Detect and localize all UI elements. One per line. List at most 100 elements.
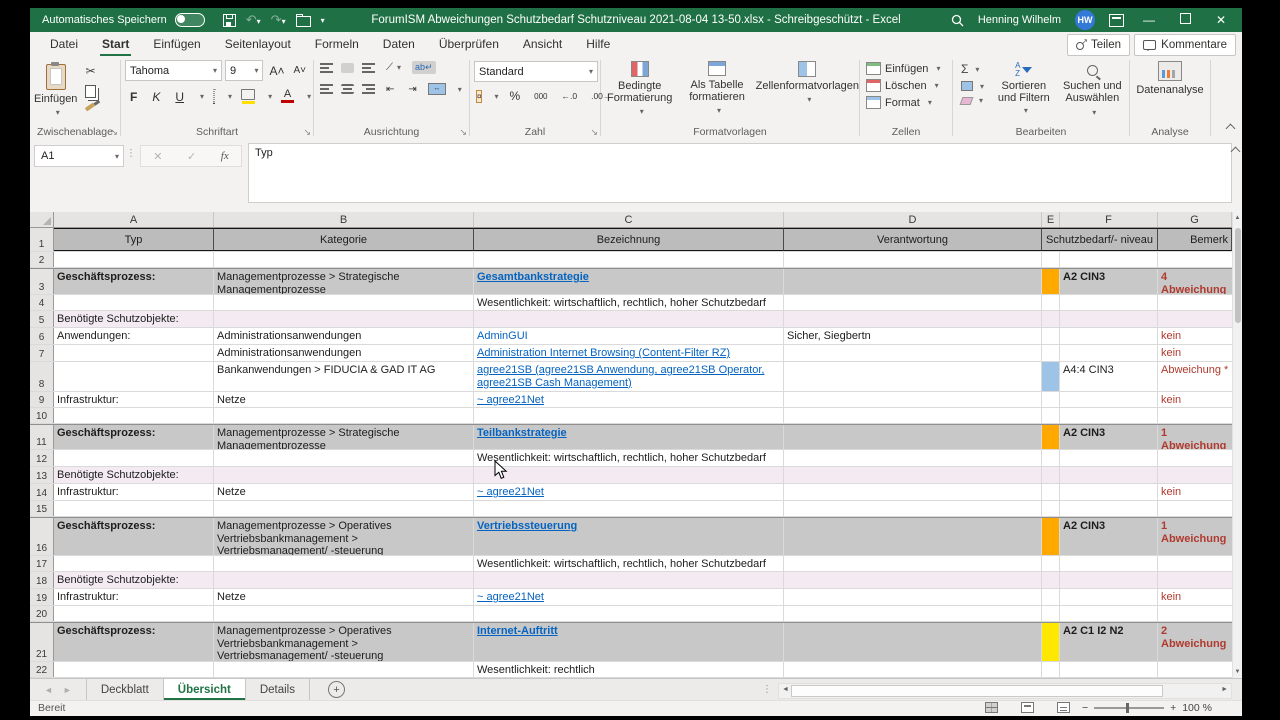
row-header-1[interactable]: 1 xyxy=(30,228,54,251)
ribbon-tab-start[interactable]: Start xyxy=(90,33,141,56)
comments-button[interactable]: Kommentare xyxy=(1134,34,1236,56)
clear-button[interactable]: ▾ xyxy=(961,96,984,105)
increase-font-icon[interactable]: A˄ xyxy=(266,64,287,78)
cell-C15[interactable] xyxy=(474,501,784,516)
cell-D11[interactable] xyxy=(784,425,1042,449)
cell-E22[interactable] xyxy=(1042,662,1060,677)
sheet-nav-right-icon[interactable]: ► xyxy=(63,685,72,695)
cell-G4[interactable] xyxy=(1158,295,1232,310)
cancel-icon[interactable]: ✕ xyxy=(153,150,162,163)
merge-dropdown-icon[interactable]: ▾ xyxy=(458,85,462,94)
cell-F14[interactable] xyxy=(1060,484,1158,500)
orientation-icon[interactable]: ⟋▾ xyxy=(383,62,404,73)
cell-G22[interactable] xyxy=(1158,662,1232,677)
sheet-tab-details[interactable]: Details xyxy=(246,679,310,700)
cell-C5[interactable] xyxy=(474,311,784,327)
autosave-toggle[interactable] xyxy=(175,13,205,27)
cell-B19[interactable]: Netze xyxy=(214,589,474,605)
cell-F8[interactable]: A4:4 CIN3 xyxy=(1060,362,1158,391)
cell-G8[interactable]: Abweichung * xyxy=(1158,362,1232,391)
insert-function-icon[interactable]: fx xyxy=(221,150,229,162)
cell-B21[interactable]: Managementprozesse > Operatives Vertrieb… xyxy=(214,623,474,661)
cell-B3[interactable]: Managementprozesse > Strategische Manage… xyxy=(214,269,474,294)
borders-dropdown-icon[interactable]: ▾ xyxy=(228,92,232,101)
sheet-tab-übersicht[interactable]: Übersicht xyxy=(164,679,246,700)
cell-F21[interactable]: A2 C1 I2 N2 xyxy=(1060,623,1158,661)
cell-B10[interactable] xyxy=(214,408,474,423)
italic-button[interactable]: K xyxy=(149,90,163,104)
copy-icon[interactable] xyxy=(85,85,96,98)
col-header-G[interactable]: G xyxy=(1158,212,1232,227)
font-color-button[interactable]: A xyxy=(281,90,294,103)
align-bottom-icon[interactable] xyxy=(362,63,375,73)
row-header-15[interactable]: 15 xyxy=(30,501,54,516)
cell-B8[interactable]: Bankanwendungen > FIDUCIA & GAD IT AG xyxy=(214,362,474,391)
cell-G9[interactable]: kein Schutznive xyxy=(1158,392,1232,407)
ribbon-display-options-icon[interactable] xyxy=(1109,14,1124,27)
name-box[interactable]: A1▾ xyxy=(34,145,124,167)
cell-F11[interactable]: A2 CIN3 xyxy=(1060,425,1158,449)
delete-cells-button[interactable]: Löschen▾ xyxy=(866,79,946,92)
conditional-formatting-button[interactable]: Bedingte Formatierung ▾ xyxy=(601,61,678,116)
cell-C22[interactable]: Wesentlichkeit: rechtlich xyxy=(474,662,784,677)
font-color-dropdown-icon[interactable]: ▾ xyxy=(307,92,311,101)
cell-G21[interactable]: 2 Abweichung xyxy=(1158,623,1232,661)
cell-F9[interactable] xyxy=(1060,392,1158,407)
sheetbar-splitter[interactable]: ⋮ xyxy=(762,684,772,695)
cell-F5[interactable] xyxy=(1060,311,1158,327)
row-header-7[interactable]: 7 xyxy=(30,345,54,361)
cell-B2[interactable] xyxy=(214,252,474,267)
cell-D22[interactable] xyxy=(784,662,1042,677)
cell-F15[interactable] xyxy=(1060,501,1158,516)
user-name[interactable]: Henning Wilhelm xyxy=(978,14,1061,26)
redo-icon[interactable]: ↷▾ xyxy=(271,12,286,28)
cell-C13[interactable] xyxy=(474,467,784,483)
cell-D18[interactable] xyxy=(784,572,1042,588)
normal-view-icon[interactable] xyxy=(985,702,998,713)
cell-D7[interactable] xyxy=(784,345,1042,361)
cell-D1[interactable]: Verantwortung xyxy=(784,228,1042,251)
cell-A20[interactable] xyxy=(54,606,214,621)
cell-D8[interactable] xyxy=(784,362,1042,391)
cell-F7[interactable] xyxy=(1060,345,1158,361)
cell-B12[interactable] xyxy=(214,450,474,466)
new-sheet-button[interactable]: + xyxy=(328,681,345,698)
formula-input[interactable]: Typ xyxy=(248,143,1232,203)
cell-A12[interactable] xyxy=(54,450,214,466)
cell-F18[interactable] xyxy=(1060,572,1158,588)
select-all-corner[interactable] xyxy=(30,212,54,227)
cell-B15[interactable] xyxy=(214,501,474,516)
cell-E12[interactable] xyxy=(1042,450,1060,466)
cell-B17[interactable] xyxy=(214,556,474,571)
col-header-C[interactable]: C xyxy=(474,212,784,227)
cell-B18[interactable] xyxy=(214,572,474,588)
ribbon-tab-datei[interactable]: Datei xyxy=(38,33,90,56)
row-header-5[interactable]: 5 xyxy=(30,311,54,327)
cell-A6[interactable]: Anwendungen: xyxy=(54,328,214,344)
cell-B5[interactable] xyxy=(214,311,474,327)
cell-E5[interactable] xyxy=(1042,311,1060,327)
cell-F16[interactable]: A2 CIN3 xyxy=(1060,518,1158,555)
cell-E7[interactable] xyxy=(1042,345,1060,361)
insert-cells-button[interactable]: Einfügen▾ xyxy=(866,62,946,75)
align-middle-icon[interactable] xyxy=(341,63,354,73)
cell-A8[interactable] xyxy=(54,362,214,391)
cell-C7[interactable]: Administration Internet Browsing (Conten… xyxy=(474,345,784,361)
cell-A5[interactable]: Benötigte Schutzobjekte: xyxy=(54,311,214,327)
accounting-format-icon[interactable]: ¤ xyxy=(476,90,482,103)
data-analysis-button[interactable]: Datenanalyse xyxy=(1130,56,1210,96)
cell-D4[interactable] xyxy=(784,295,1042,310)
scroll-left-icon[interactable]: ◄ xyxy=(782,686,789,693)
decrease-indent-icon[interactable]: ⇤ xyxy=(383,84,397,95)
open-folder-icon[interactable] xyxy=(296,16,311,27)
cell-F4[interactable] xyxy=(1060,295,1158,310)
collapse-formula-bar-icon[interactable] xyxy=(1231,147,1241,157)
formula-bar-splitter[interactable]: ⋮ xyxy=(126,148,136,159)
cell-G11[interactable]: 1 Abweichung xyxy=(1158,425,1232,449)
row-header-8[interactable]: 8 xyxy=(30,362,54,391)
cell-C19[interactable]: ~ agree21Net xyxy=(474,589,784,605)
number-dialog-launcher-icon[interactable]: ↘ xyxy=(590,127,598,138)
cell-D17[interactable] xyxy=(784,556,1042,571)
cell-D16[interactable] xyxy=(784,518,1042,555)
cell-C18[interactable] xyxy=(474,572,784,588)
